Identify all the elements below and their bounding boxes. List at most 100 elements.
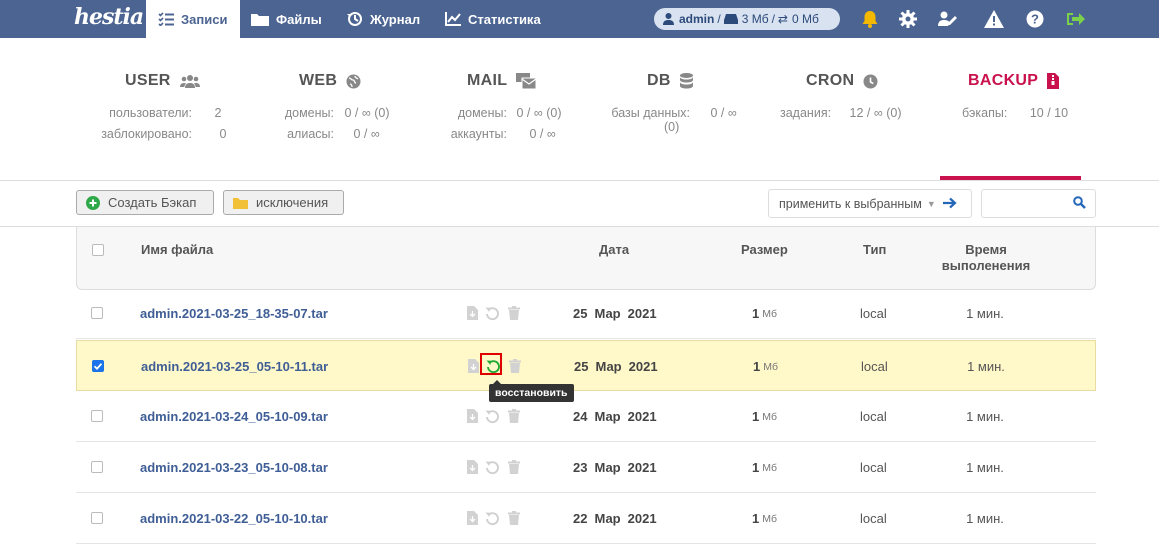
row-date: 22 Мар 2021 [573,493,657,544]
user-edit-icon[interactable] [938,9,958,29]
exclusions-button[interactable]: исключения [223,190,344,215]
table-row[interactable]: admin.2021-03-25_18-35-07.tar 25 Мар 202… [76,288,1096,339]
delete-trash-icon[interactable] [506,305,522,321]
exclusions-label: исключения [256,195,329,210]
delete-trash-icon[interactable] [506,408,522,424]
stat-value: 0 / ∞ [529,127,556,141]
stat-user-title[interactable]: USER [125,72,200,90]
select-all-checkbox[interactable] [92,244,104,256]
nav-records[interactable]: Записи [146,0,240,38]
apply-arrow-icon[interactable] [943,196,957,214]
stat-value: 0 / ∞ [710,106,737,120]
download-file-icon[interactable] [464,408,480,424]
row-checkbox[interactable] [92,360,104,372]
date-year: 2021 [627,511,657,526]
stat-db-title[interactable]: DB [647,72,693,90]
download-file-icon[interactable] [464,510,480,526]
stat-web-row-1: домены: 0 / ∞ (0) [255,106,390,120]
size-value: 1 [752,306,760,321]
delete-trash-icon[interactable] [507,358,523,374]
download-file-icon[interactable] [464,459,480,475]
nav-log[interactable]: Журнал [347,0,420,38]
file-archive-icon [1047,73,1060,89]
header-date[interactable]: Дата [599,242,629,257]
traffic-usage: 0 Мб [791,12,819,26]
backup-filename-link[interactable]: admin.2021-03-22_05-10-10.tar [140,511,328,526]
row-checkbox[interactable] [91,307,103,319]
stat-db-label: DB [647,72,671,89]
date-month: Мар [595,359,622,374]
restore-icon[interactable] [484,459,500,475]
stat-mail-row-2: аккаунты: 0 / ∞ [425,127,556,141]
folder-icon [233,197,248,209]
row-type: local [860,409,887,424]
help-icon[interactable]: ? [1025,9,1045,29]
header-filename[interactable]: Имя файла [141,242,213,257]
stat-label: пользователи: [109,106,192,120]
table-row[interactable]: admin.2021-03-24_05-10-09.tar 24 Мар 202… [76,391,1096,442]
restore-tooltip: восстановить [489,380,574,402]
header-type[interactable]: Тип [863,242,886,257]
notifications-bell-icon[interactable] [860,9,880,29]
download-file-icon[interactable] [464,305,480,321]
nav-stats[interactable]: Статистика [445,0,541,38]
user-usage-pill[interactable]: admin / 3 Мб / ⇄ 0 Мб [654,8,840,30]
table-row[interactable]: admin.2021-03-23_05-10-08.tar 23 Мар 202… [76,442,1096,493]
settings-gear-icon[interactable] [898,9,918,29]
bulk-action-select[interactable]: применить к выбранным ▼ [768,189,972,218]
row-type: local [860,460,887,475]
date-month: Мар [594,511,621,526]
row-type: local [860,511,887,526]
stat-label: алиасы: [287,127,334,141]
delete-trash-icon[interactable] [506,459,522,475]
stat-label: базы данных: [611,106,690,120]
table-row[interactable]: admin.2021-03-22_05-10-10.tar 22 Мар 202… [76,493,1096,544]
header-runtime[interactable]: Время выполенения [925,242,1047,274]
stat-db-row-1: базы данных: 0 / ∞ [604,106,737,120]
row-checkbox[interactable] [91,461,103,473]
date-day: 25 [573,306,588,321]
row-checkbox[interactable] [91,410,103,422]
stat-label: домены: [457,106,507,120]
backup-filename-link[interactable]: admin.2021-03-25_18-35-07.tar [140,306,328,321]
bulk-action-label: применить к выбранным [779,196,922,211]
date-month: Мар [594,306,621,321]
table-row[interactable]: admin.2021-03-25_05-10-11.tar 25 Мар 202… [76,340,1096,391]
disk-icon [723,14,738,24]
nav-files-label: Файлы [276,11,322,27]
header-size[interactable]: Размер [741,242,788,257]
stat-web-title[interactable]: WEB [299,72,361,90]
backup-filename-link[interactable]: admin.2021-03-25_05-10-11.tar [141,359,328,374]
stat-backup-title[interactable]: BACKUP [968,72,1060,90]
delete-trash-icon[interactable] [506,510,522,526]
row-date: 23 Мар 2021 [573,442,657,493]
backup-filename-link[interactable]: admin.2021-03-23_05-10-08.tar [140,460,328,475]
stat-label: задания: [780,106,832,120]
clock-icon [863,74,878,88]
stat-mail-title[interactable]: MAIL [467,72,537,90]
backup-filename-link[interactable]: admin.2021-03-24_05-10-09.tar [140,409,328,424]
download-file-icon[interactable] [465,358,481,374]
restore-icon[interactable] [484,305,500,321]
header-runtime-line-1: Время [965,242,1007,257]
app-logo[interactable]: hestia [74,4,144,30]
create-backup-button[interactable]: Создать Бэкап [76,190,214,215]
restore-icon[interactable] [484,510,500,526]
row-runtime: 1 мин. [966,409,1004,424]
logout-icon[interactable] [1066,9,1086,29]
size-value: 1 [753,359,761,374]
nav-records-label: Записи [181,11,228,27]
stat-cron-title[interactable]: CRON [806,72,878,90]
search-icon[interactable] [1073,196,1086,214]
database-icon [679,73,693,89]
nav-files[interactable]: Файлы [251,0,322,38]
date-day: 22 [573,511,588,526]
warning-icon[interactable] [984,9,1004,29]
restore-icon[interactable] [484,408,500,424]
row-checkbox[interactable] [91,512,103,524]
size-unit: Мб [762,512,777,525]
date-year: 2021 [627,306,657,321]
stat-label: бэкапы: [962,106,1008,120]
top-navbar: hestia Записи Файлы Журнал Статистика ad… [0,0,1159,38]
history-icon [347,12,362,26]
